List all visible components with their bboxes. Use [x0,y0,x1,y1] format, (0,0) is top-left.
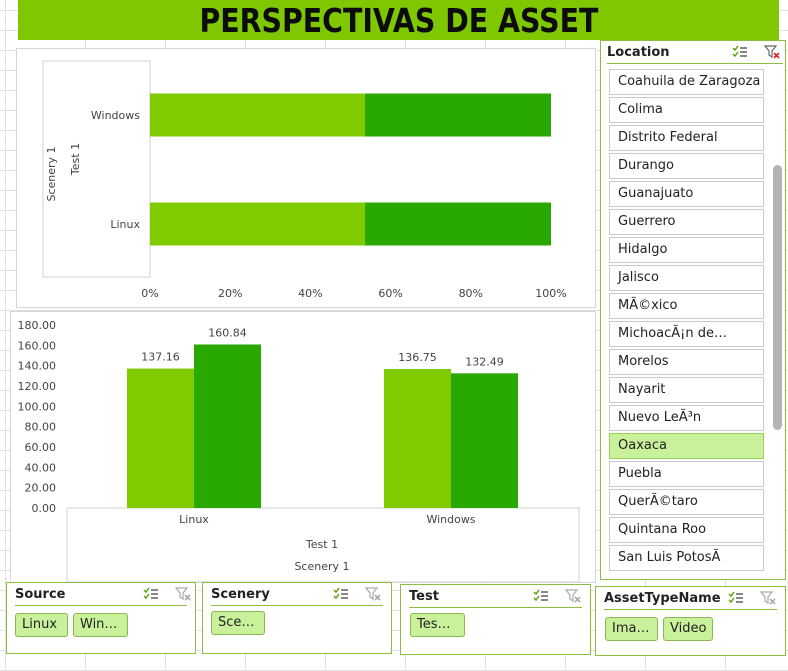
column-bar [451,373,518,508]
bar-segment [364,202,551,246]
scenery-slicer-header: Scenery [211,583,383,606]
scenery-item-1[interactable]: Sce… [211,611,265,635]
location-item[interactable]: Nayarit [609,377,764,403]
location-item[interactable]: Guanajuato [609,181,764,207]
location-item-list: Coahuila de Zaragoza Colima Distrito Feder… [609,69,764,573]
data-label: 137.16 [141,351,180,364]
location-item[interactable]: San Luis PotosÃ [609,545,764,571]
location-item[interactable]: MichoacÃ¡n de… [609,321,764,347]
column-bar [384,368,451,508]
location-item[interactable]: MÃ©xico [609,293,764,319]
location-item[interactable]: Durango [609,153,764,179]
column-chart-panel[interactable]: 180.00 160.00 140.00 120.00 100.00 80.00 60.00… [10,311,596,583]
y-tick-label: 140.00 [18,360,57,373]
stacked-bar-chart: Scenery 1 Test 1 Windows Linux 0% 20% 40% 60% 80… [42,60,567,300]
clear-filter-icon[interactable] [565,589,581,603]
x-tick-label: 0% [141,287,158,300]
clear-filter-icon[interactable] [175,587,191,601]
dashboard-title-bar: PERSPECTIVAS DE ASSET [18,0,779,40]
asset-type-slicer[interactable]: AssetTypeName Ima… Video [595,586,786,656]
location-slicer-header: Location [607,41,783,64]
location-item[interactable]: QuerÃ©taro [609,489,764,515]
y-tick-label: 40.00 [25,461,57,474]
x-tick-label: 60% [378,287,402,300]
y-group-label-inner: Test 1 [69,143,82,176]
multi-select-icon[interactable] [728,591,744,605]
source-slicer-title: Source [15,587,66,602]
scenery-slicer-title: Scenery [211,587,270,602]
x-tick-label: 20% [218,287,242,300]
asset-type-slicer-header: AssetTypeName [604,587,777,610]
clear-filter-icon[interactable] [365,587,381,601]
stacked-bar-chart-panel[interactable]: Scenery 1 Test 1 Windows Linux 0% 20% 40% 60% 80… [16,48,596,308]
test-item-1[interactable]: Tes… [410,613,465,637]
location-item[interactable]: Quintana Roo [609,517,764,543]
bar-segment [364,93,551,137]
test-slicer[interactable]: Test Tes… [400,584,591,655]
multi-select-icon[interactable] [533,589,549,603]
location-item[interactable]: Nuevo LeÃ³n [609,405,764,431]
location-item[interactable]: Colima [609,97,764,123]
y-tick-label: 20.00 [25,482,57,495]
clear-filter-icon[interactable] [764,45,780,59]
y-tick-label: 80.00 [25,421,57,434]
location-item[interactable]: Hidalgo [609,237,764,263]
location-item[interactable]: Morelos [609,349,764,375]
column-chart: 180.00 160.00 140.00 120.00 100.00 80.00 60.00… [18,319,580,582]
location-item[interactable]: Jalisco [609,265,764,291]
bar-segment [150,93,365,137]
column-bar [127,368,194,508]
multi-select-icon[interactable] [333,587,349,601]
axis-box [42,60,151,278]
location-scrollbar[interactable] [770,69,784,571]
location-item[interactable]: Coahuila de Zaragoza [609,69,764,95]
y-tick-label: 120.00 [18,380,57,393]
multi-select-icon[interactable] [732,45,748,59]
category-label: Linux [110,218,140,231]
y-tick-label: 60.00 [25,441,57,454]
scenery-slicer[interactable]: Scenery Sce… [202,582,392,654]
test-slicer-header: Test [409,585,582,608]
column-bar [194,344,261,508]
x-tick-label: 100% [535,287,566,300]
x-tick-label: 40% [298,287,322,300]
clear-filter-icon[interactable] [760,591,776,605]
bar-segment [150,202,365,246]
multi-select-icon[interactable] [143,587,159,601]
x-group-label-inner: Test 1 [305,538,338,551]
data-label: 160.84 [208,326,247,339]
category-label: Windows [91,109,140,122]
category-label: Linux [179,513,209,526]
y-group-label-outer: Scenery 1 [45,146,58,201]
test-slicer-title: Test [409,589,439,604]
data-label: 136.75 [398,351,437,364]
y-tick-label: 160.00 [18,339,57,352]
source-item-linux[interactable]: Linux [15,613,68,637]
location-item[interactable]: Puebla [609,461,764,487]
source-slicer[interactable]: Source Linux Win… [6,582,196,654]
asset-type-slicer-title: AssetTypeName [604,591,721,606]
asset-type-item-video[interactable]: Video [663,617,713,641]
category-label: Windows [426,513,475,526]
source-slicer-header: Source [15,583,191,606]
y-tick-label: 0.00 [32,502,57,515]
data-label: 132.49 [465,355,504,368]
y-tick-label: 100.00 [18,400,57,413]
dashboard-title: PERSPECTIVAS DE ASSET [199,0,598,40]
asset-type-item-image[interactable]: Ima… [605,617,658,641]
y-tick-label: 180.00 [18,319,57,332]
x-group-label-outer: Scenery 1 [294,560,349,573]
x-tick-label: 80% [459,287,483,300]
location-item[interactable]: Guerrero [609,209,764,235]
location-slicer-title: Location [607,45,670,60]
location-item[interactable]: Oaxaca [609,433,764,459]
location-scroll-thumb[interactable] [773,165,782,430]
location-slicer[interactable]: Location Coahuila de Zaragoza Colima Distr… [600,40,786,580]
source-item-windows[interactable]: Win… [73,613,128,637]
location-item[interactable]: Distrito Federal [609,125,764,151]
